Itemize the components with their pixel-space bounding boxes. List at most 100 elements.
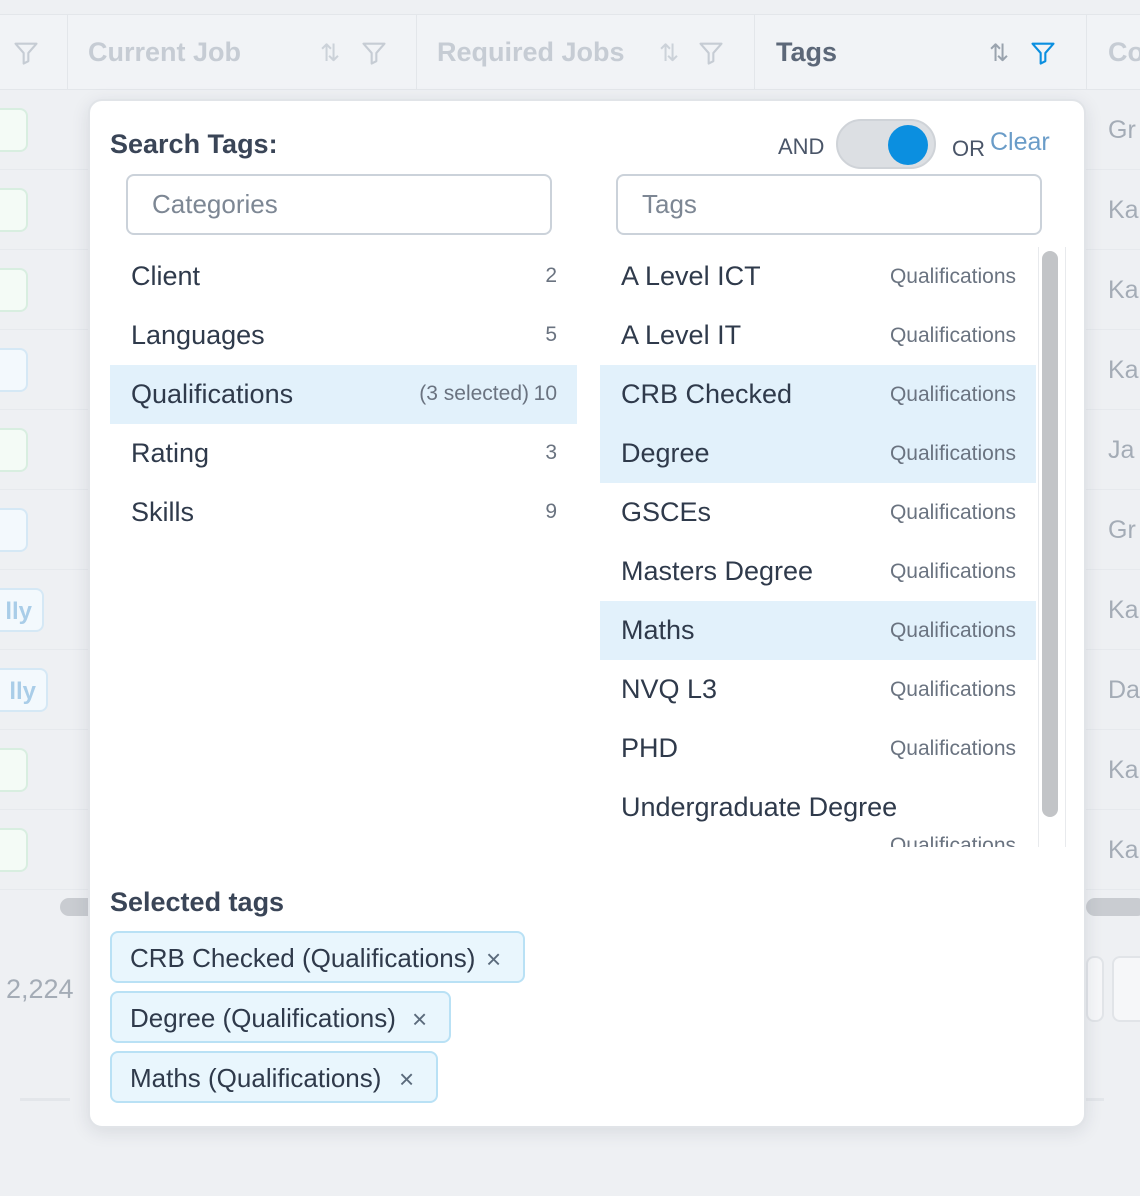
category-selected-count: (3 selected) [419, 382, 529, 405]
sort-icon[interactable]: ⇅ [659, 39, 679, 68]
status-pill [0, 828, 28, 872]
pagination-button[interactable] [1086, 956, 1104, 1022]
tag-filter-popup: Search Tags: AND OR Clear Client 2 Langu… [88, 99, 1086, 1128]
tag-item-selected[interactable]: Degree Qualifications [600, 424, 1036, 483]
tag-category: Qualifications [889, 442, 1016, 465]
tag-category: Qualifications [889, 383, 1016, 406]
clear-button[interactable]: Clear [990, 128, 1050, 157]
vertical-scrollbar-thumb[interactable] [1042, 251, 1058, 817]
filter-icon[interactable] [360, 39, 388, 67]
selected-tag-chip: CRB Checked (Qualifications) × [110, 931, 525, 983]
status-pill [0, 428, 28, 472]
toggle-knob [888, 125, 928, 165]
selected-tag-chip: Degree (Qualifications) × [110, 991, 451, 1043]
tags-search-input[interactable] [616, 174, 1042, 235]
status-pill: lly [0, 668, 48, 712]
header-cell-stub [0, 15, 68, 89]
tag-name: A Level ICT [621, 261, 761, 291]
tag-name: Degree [621, 438, 710, 468]
category-name: Qualifications [131, 379, 294, 409]
status-pill [0, 748, 28, 792]
remove-icon[interactable]: × [399, 1064, 414, 1095]
remove-icon[interactable]: × [486, 944, 501, 975]
tag-item-selected[interactable]: Maths Qualifications [600, 601, 1036, 660]
category-item-client[interactable]: Client 2 [110, 247, 577, 306]
selected-tag-chip: Maths (Qualifications) × [110, 1051, 438, 1103]
category-count: 3 [545, 441, 557, 464]
divider [20, 1098, 70, 1101]
chip-label: Maths (Qualifications) [130, 1063, 382, 1093]
tag-list[interactable]: A Level ICT Qualifications A Level IT Qu… [600, 247, 1066, 847]
chip-label: CRB Checked (Qualifications) [130, 943, 476, 973]
column-title: Tags [776, 37, 838, 67]
categories-search-input[interactable] [126, 174, 552, 235]
tag-item[interactable]: NVQ L3 Qualifications [600, 660, 1036, 719]
tag-item[interactable]: Undergraduate Degree Qualifications [600, 778, 1036, 847]
table-cell: Ka [1108, 276, 1139, 304]
remove-icon[interactable]: × [412, 1004, 427, 1035]
horizontal-scrollbar[interactable] [1086, 898, 1140, 916]
category-list: Client 2 Languages 5 Qualifications (3 s… [110, 247, 577, 542]
table-cell: Gr [1108, 116, 1136, 144]
status-pill [0, 188, 28, 232]
column-title: Required Jobs [437, 37, 625, 67]
tag-item[interactable]: GSCEs Qualifications [600, 483, 1036, 542]
tag-category: Qualifications [889, 501, 1016, 524]
sort-icon[interactable]: ⇅ [320, 39, 340, 68]
category-item-languages[interactable]: Languages 5 [110, 306, 577, 365]
category-count: 2 [545, 264, 557, 287]
popup-title: Search Tags: [110, 129, 278, 159]
status-pill: lly [0, 588, 44, 632]
category-count: 9 [545, 500, 557, 523]
filter-icon-active[interactable] [1029, 39, 1057, 67]
tag-category: Qualifications [889, 737, 1016, 760]
tag-item[interactable]: A Level ICT Qualifications [600, 247, 1036, 306]
and-or-toggle[interactable] [836, 119, 936, 169]
header-cell-tags[interactable]: Tags ⇅ [755, 15, 1087, 89]
header-cell-current-job[interactable]: Current Job ⇅ [68, 15, 417, 89]
category-item-qualifications[interactable]: Qualifications (3 selected) 10 [110, 365, 577, 424]
header-cell-co[interactable]: Co [1087, 15, 1140, 89]
status-pill [0, 348, 28, 392]
table-cell: Ka [1108, 836, 1139, 864]
table-cell: Ka [1108, 196, 1139, 224]
selected-tags-title: Selected tags [110, 887, 285, 917]
column-title: Co [1108, 37, 1140, 67]
tag-item[interactable]: A Level IT Qualifications [600, 306, 1036, 365]
header-cell-required-jobs[interactable]: Required Jobs ⇅ [417, 15, 755, 89]
divider [1086, 1098, 1104, 1101]
table-cell: Ja [1108, 436, 1135, 464]
pagination-button[interactable] [1112, 956, 1140, 1022]
tag-category: Qualifications [889, 560, 1016, 583]
tag-item-selected[interactable]: CRB Checked Qualifications [600, 365, 1036, 424]
tag-category: Qualifications [889, 619, 1016, 642]
tag-name: A Level IT [621, 320, 742, 350]
tag-category: Qualifications [889, 324, 1016, 347]
sort-icon[interactable]: ⇅ [989, 39, 1009, 68]
tag-category: Qualifications [889, 834, 1016, 847]
tag-name: Maths [621, 615, 695, 645]
column-title: Current Job [88, 37, 242, 67]
status-pill [0, 508, 28, 552]
table-cell: Ka [1108, 356, 1139, 384]
filter-icon[interactable] [697, 39, 725, 67]
tag-category: Qualifications [889, 678, 1016, 701]
category-name: Rating [131, 438, 210, 468]
filter-icon[interactable] [12, 39, 40, 67]
and-label[interactable]: AND [778, 134, 824, 160]
category-name: Languages [131, 320, 265, 350]
tag-name: PHD [621, 733, 679, 763]
tag-name: CRB Checked [621, 379, 793, 409]
category-name: Skills [131, 497, 195, 527]
total-count: 2,224 [6, 974, 74, 1004]
category-item-skills[interactable]: Skills 9 [110, 483, 577, 542]
tag-item[interactable]: Masters Degree Qualifications [600, 542, 1036, 601]
tag-item[interactable]: PHD Qualifications [600, 719, 1036, 778]
category-item-rating[interactable]: Rating 3 [110, 424, 577, 483]
tag-name: GSCEs [621, 497, 712, 527]
status-pill [0, 108, 28, 152]
category-count: 10 [533, 382, 557, 405]
or-label[interactable]: OR [952, 136, 985, 162]
tag-category: Qualifications [889, 265, 1016, 288]
category-name: Client [131, 261, 201, 291]
